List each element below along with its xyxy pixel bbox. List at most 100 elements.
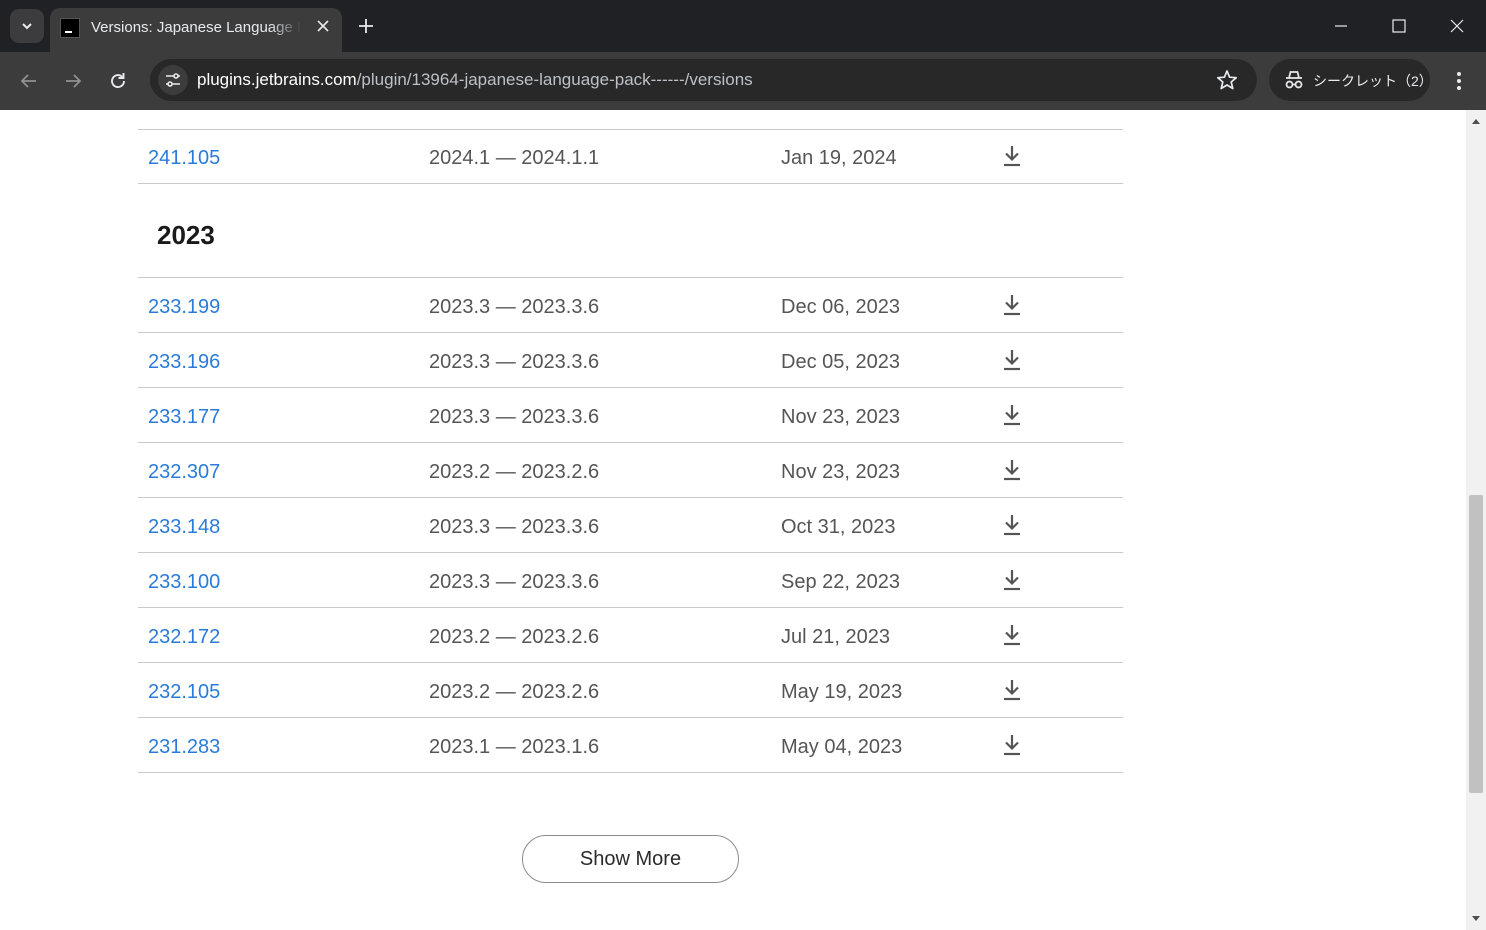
browser-toolbar: plugins.jetbrains.com/plugin/13964-japan… xyxy=(0,52,1486,110)
page-viewport: 241.105 2024.1 — 2024.1.1 Jan 19, 2024 202… xyxy=(0,110,1466,930)
compatibility-range: 2023.2 — 2023.2.6 xyxy=(429,681,600,703)
scroll-up-button[interactable] xyxy=(1466,112,1486,130)
site-info-button[interactable] xyxy=(158,65,188,95)
close-icon xyxy=(317,20,329,32)
release-date: Jul 21, 2023 xyxy=(781,626,890,648)
tab-title: Versions: Japanese Language Pack xyxy=(91,19,301,36)
scroll-down-button[interactable] xyxy=(1466,910,1486,928)
address-bar[interactable]: plugins.jetbrains.com/plugin/13964-japan… xyxy=(150,59,1257,101)
new-tab-button[interactable] xyxy=(352,12,380,40)
download-button[interactable] xyxy=(1001,732,1023,760)
show-more-button[interactable]: Show More xyxy=(522,835,739,883)
release-date: Nov 23, 2023 xyxy=(781,461,900,483)
compatibility-range: 2023.3 — 2023.3.6 xyxy=(429,406,600,428)
versions-top-rows: 241.105 2024.1 — 2024.1.1 Jan 19, 2024 xyxy=(138,129,1123,184)
reload-button[interactable] xyxy=(101,64,135,98)
table-row-partial xyxy=(138,110,1123,130)
compatibility-range: 2023.1 — 2023.1.6 xyxy=(429,736,600,758)
tune-icon xyxy=(166,73,180,87)
reload-icon xyxy=(111,73,125,89)
versions-2023-rows: 233.199 2023.3 — 2023.3.6 Dec 06, 2023 233.… xyxy=(138,278,1123,773)
release-date: Nov 23, 2023 xyxy=(781,406,900,428)
download-icon xyxy=(1004,405,1020,426)
minimize-button[interactable] xyxy=(1312,0,1370,52)
table-row: 231.283 2023.1 — 2023.1.6 May 04, 2023 xyxy=(138,718,1123,773)
version-link[interactable]: 241.105 xyxy=(148,148,220,168)
browser-tab-active[interactable]: Versions: Japanese Language Pack xyxy=(50,8,342,52)
table-row: 233.100 2023.3 — 2023.3.6 Sep 22, 2023 xyxy=(138,553,1123,608)
download-button[interactable] xyxy=(1001,347,1023,375)
plus-icon xyxy=(359,19,373,33)
download-button[interactable] xyxy=(1001,457,1023,485)
compatibility-range: 2024.1 — 2024.1.1 xyxy=(429,147,600,169)
download-icon xyxy=(1004,350,1020,371)
release-date: Sep 22, 2023 xyxy=(781,571,900,593)
version-link[interactable]: 233.199 xyxy=(148,297,220,317)
close-icon xyxy=(1450,19,1464,33)
tab-search-button[interactable] xyxy=(10,9,44,43)
version-link[interactable]: 233.148 xyxy=(148,517,220,537)
bookmark-button[interactable] xyxy=(1214,67,1240,93)
compatibility-range: 2023.3 — 2023.3.6 xyxy=(429,571,600,593)
version-link[interactable]: 233.177 xyxy=(148,407,220,427)
year-section-header: 2023 xyxy=(138,184,1123,278)
compatibility-range: 2023.2 — 2023.2.6 xyxy=(429,626,600,648)
jetbrains-favicon-icon xyxy=(60,18,80,38)
version-link[interactable]: 233.196 xyxy=(148,352,220,372)
release-date: May 04, 2023 xyxy=(781,736,903,758)
version-link[interactable]: 232.172 xyxy=(148,627,220,647)
compatibility-range: 2023.3 — 2023.3.6 xyxy=(429,351,600,373)
download-icon xyxy=(1004,515,1020,536)
versions-table: 241.105 2024.1 — 2024.1.1 Jan 19, 2024 202… xyxy=(138,110,1123,773)
release-date: May 19, 2023 xyxy=(781,681,903,703)
version-link[interactable]: 231.283 xyxy=(148,737,220,757)
table-row: 232.307 2023.2 — 2023.2.6 Nov 23, 2023 xyxy=(138,443,1123,498)
maximize-icon xyxy=(1392,19,1406,33)
download-button[interactable] xyxy=(1001,143,1023,171)
download-button[interactable] xyxy=(1001,677,1023,705)
maximize-button[interactable] xyxy=(1370,0,1428,52)
scrollbar-thumb[interactable] xyxy=(1469,495,1483,793)
url-host: plugins.jetbrains.com xyxy=(197,70,357,89)
download-button[interactable] xyxy=(1001,292,1023,320)
table-row: 233.199 2023.3 — 2023.3.6 Dec 06, 2023 xyxy=(138,278,1123,333)
close-window-button[interactable] xyxy=(1428,0,1486,52)
incognito-icon xyxy=(1285,71,1303,89)
download-button[interactable] xyxy=(1001,567,1023,595)
kebab-menu-icon xyxy=(1457,72,1461,90)
download-button[interactable] xyxy=(1001,622,1023,650)
back-button[interactable] xyxy=(12,64,46,98)
version-link[interactable]: 233.100 xyxy=(148,572,220,592)
tab-close-button[interactable] xyxy=(312,15,334,37)
compatibility-range: 2023.3 — 2023.3.6 xyxy=(429,516,600,538)
download-icon xyxy=(1004,680,1020,701)
download-icon xyxy=(1004,625,1020,646)
compatibility-range: 2023.2 — 2023.2.6 xyxy=(429,461,600,483)
download-button[interactable] xyxy=(1001,402,1023,430)
browser-titlebar: Versions: Japanese Language Pack xyxy=(0,0,1486,52)
chevron-down-icon xyxy=(22,23,32,30)
download-icon xyxy=(1004,295,1020,316)
release-date: Oct 31, 2023 xyxy=(781,516,896,538)
browser-menu-button[interactable] xyxy=(1442,64,1476,98)
download-icon xyxy=(1004,570,1020,591)
page-scrollbar[interactable] xyxy=(1466,110,1486,930)
download-icon xyxy=(1004,146,1020,167)
download-button[interactable] xyxy=(1001,512,1023,540)
forward-button[interactable] xyxy=(56,64,90,98)
url-text[interactable]: plugins.jetbrains.com/plugin/13964-japan… xyxy=(197,70,753,90)
version-link[interactable]: 232.105 xyxy=(148,682,220,702)
release-date: Jan 19, 2024 xyxy=(781,147,897,169)
table-row: 233.177 2023.3 — 2023.3.6 Nov 23, 2023 xyxy=(138,388,1123,443)
table-row: 241.105 2024.1 — 2024.1.1 Jan 19, 2024 xyxy=(138,129,1123,184)
incognito-label: シークレット（2） xyxy=(1313,73,1433,89)
star-icon xyxy=(1216,70,1238,90)
release-date: Dec 05, 2023 xyxy=(781,351,900,373)
version-link[interactable]: 232.307 xyxy=(148,462,220,482)
table-row: 232.172 2023.2 — 2023.2.6 Jul 21, 2023 xyxy=(138,608,1123,663)
triangle-down-icon xyxy=(1472,916,1480,921)
arrow-left-icon xyxy=(20,74,36,88)
triangle-up-icon xyxy=(1472,119,1480,124)
incognito-indicator[interactable]: シークレット（2） xyxy=(1269,59,1433,101)
table-row: 233.196 2023.3 — 2023.3.6 Dec 05, 2023 xyxy=(138,333,1123,388)
